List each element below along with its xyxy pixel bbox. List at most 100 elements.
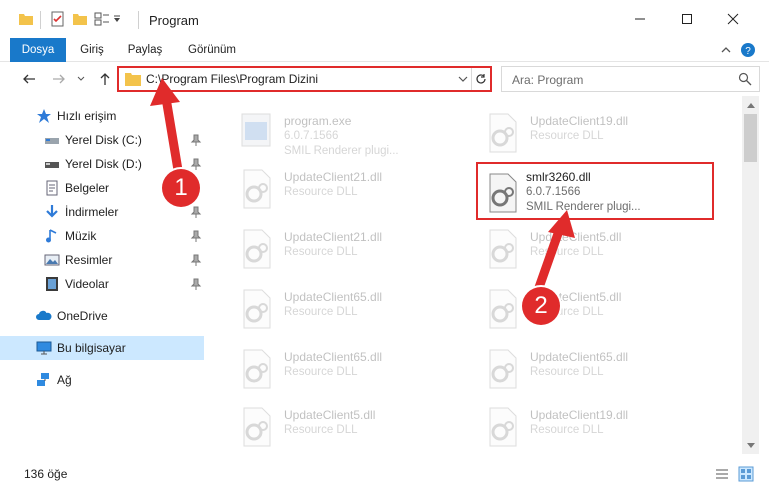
sidebar-item-label: Ağ — [57, 373, 72, 387]
sidebar-item-local-disk-c[interactable]: Yerel Disk (C:) — [0, 128, 204, 152]
file-tile[interactable]: UpdateClient21.dll Resource DLL — [228, 158, 468, 214]
file-description: SMIL Renderer plugi... — [284, 145, 399, 157]
file-tile[interactable]: UpdateClient65.dll Resource DLL — [228, 278, 468, 334]
dll-file-icon — [489, 349, 517, 389]
dll-file-icon — [489, 173, 517, 213]
sidebar-item-label: İndirmeler — [65, 205, 119, 219]
tab-view[interactable]: Görünüm — [180, 38, 244, 62]
scroll-down-button[interactable] — [742, 437, 759, 454]
file-tile[interactable]: UpdateClient65.dll Resource DLL — [474, 338, 714, 394]
pin-icon[interactable] — [190, 254, 202, 266]
music-icon — [46, 229, 57, 243]
pin-icon[interactable] — [190, 158, 202, 170]
file-description: Resource DLL — [284, 186, 358, 198]
drive-icon — [45, 162, 59, 168]
file-tile[interactable]: UpdateClient5.dll Resource DLL — [474, 278, 714, 334]
file-name: smlr3260.dll — [526, 170, 591, 184]
sidebar-item-this-pc[interactable]: Bu bilgisayar — [0, 336, 204, 360]
refresh-button[interactable] — [471, 68, 490, 90]
sidebar-item-pictures[interactable]: Resimler — [0, 248, 204, 272]
star-icon — [37, 109, 51, 123]
pin-icon[interactable] — [190, 278, 202, 290]
item-count: 136 öğe — [24, 467, 68, 481]
file-name: UpdateClient19.dll — [530, 114, 629, 128]
sidebar-item-onedrive[interactable]: OneDrive — [0, 304, 204, 328]
file-tile[interactable]: UpdateClient5.dll Resource DLL — [228, 396, 468, 452]
file-tile[interactable]: UpdateClient19.dll Resource DLL — [474, 102, 714, 158]
file-description: Resource DLL — [530, 366, 604, 378]
file-tile[interactable]: UpdateClient5.dll Resource DLL — [474, 218, 714, 274]
address-path[interactable]: C:\Program Files\Program Dizini — [146, 72, 318, 86]
tab-home[interactable]: Giriş — [72, 38, 112, 62]
file-description: Resource DLL — [284, 366, 358, 378]
recent-locations-button[interactable] — [74, 68, 88, 90]
caret-up-icon — [746, 102, 755, 108]
file-description: Resource DLL — [530, 424, 604, 436]
network-icon — [37, 373, 49, 386]
file-tile[interactable]: UpdateClient21.dll Resource DLL — [228, 218, 468, 274]
help-icon[interactable]: ? — [740, 42, 756, 58]
vertical-scrollbar[interactable] — [742, 96, 759, 454]
back-arrow-icon — [23, 74, 35, 84]
forward-button[interactable] — [48, 68, 70, 90]
tab-share[interactable]: Paylaş — [120, 38, 170, 62]
up-button[interactable] — [94, 68, 116, 90]
search-placeholder: Ara: Program — [512, 73, 584, 87]
navigation-bar: C:\Program Files\Program Dizini Ara: Pro… — [0, 62, 769, 96]
dll-file-icon — [489, 407, 517, 447]
file-name: program.exe — [284, 114, 352, 128]
scroll-thumb[interactable] — [744, 114, 757, 162]
up-arrow-icon — [100, 73, 110, 85]
title-bar: Program — [0, 0, 769, 38]
downloads-icon — [46, 205, 58, 218]
file-tile-selected[interactable]: smlr3260.dll 6.0.7.1566 SMIL Renderer pl… — [476, 162, 714, 220]
address-bar[interactable]: C:\Program Files\Program Dizini — [117, 66, 492, 92]
computer-icon — [36, 341, 52, 355]
sidebar-item-label: Yerel Disk (C:) — [65, 133, 142, 147]
cloud-icon — [36, 310, 52, 320]
details-view-icon[interactable] — [714, 466, 730, 482]
drive-icon — [45, 138, 59, 144]
sidebar-item-network[interactable]: Ağ — [0, 368, 204, 392]
pin-icon[interactable] — [190, 230, 202, 242]
close-button[interactable] — [710, 0, 756, 38]
caret-down-icon — [746, 442, 755, 448]
tab-file[interactable]: Dosya — [10, 38, 66, 62]
scroll-up-button[interactable] — [742, 96, 759, 113]
pin-icon[interactable] — [190, 206, 202, 218]
dll-file-icon — [489, 113, 517, 153]
search-icon[interactable] — [738, 72, 752, 86]
file-description: Resource DLL — [284, 306, 358, 318]
file-tile[interactable]: UpdateClient19.dll Resource DLL — [474, 396, 714, 452]
maximize-button[interactable] — [664, 0, 710, 38]
customize-toolbar-icon[interactable] — [112, 11, 122, 27]
tiles-view-icon[interactable] — [738, 466, 754, 482]
file-name: UpdateClient19.dll — [530, 408, 629, 422]
search-box[interactable]: Ara: Program — [501, 66, 760, 92]
navigation-pane: Hızlı erişim Yerel Disk (C:) Yerel Disk … — [0, 96, 210, 454]
sidebar-item-label: Resimler — [65, 253, 113, 267]
address-history-icon[interactable] — [455, 71, 471, 87]
new-folder-icon[interactable] — [72, 11, 88, 27]
sidebar-item-quick-access[interactable]: Hızlı erişim — [0, 104, 204, 128]
file-name: UpdateClient65.dll — [284, 350, 383, 364]
sidebar-item-music[interactable]: Müzik — [0, 224, 204, 248]
svg-text:?: ? — [745, 46, 751, 57]
dll-file-icon — [243, 229, 271, 269]
file-tile[interactable]: UpdateClient65.dll Resource DLL — [228, 338, 468, 394]
sidebar-item-label: Videolar — [65, 277, 109, 291]
minimize-button[interactable] — [617, 0, 663, 38]
file-version: 6.0.7.1566 — [284, 130, 339, 142]
pin-icon[interactable] — [190, 134, 202, 146]
expand-ribbon-icon[interactable] — [718, 42, 734, 58]
close-icon — [727, 13, 739, 25]
back-button[interactable] — [18, 68, 40, 90]
sidebar-item-videos[interactable]: Videolar — [0, 272, 204, 296]
folder-icon — [19, 14, 33, 25]
properties-icon[interactable] — [50, 11, 66, 27]
file-tile[interactable]: program.exe 6.0.7.1566 SMIL Renderer plu… — [228, 102, 468, 158]
step-1-badge: 1 — [162, 169, 200, 207]
view-options-icon[interactable] — [94, 11, 110, 27]
minimize-icon — [635, 18, 645, 20]
sidebar-item-label: OneDrive — [57, 309, 108, 323]
